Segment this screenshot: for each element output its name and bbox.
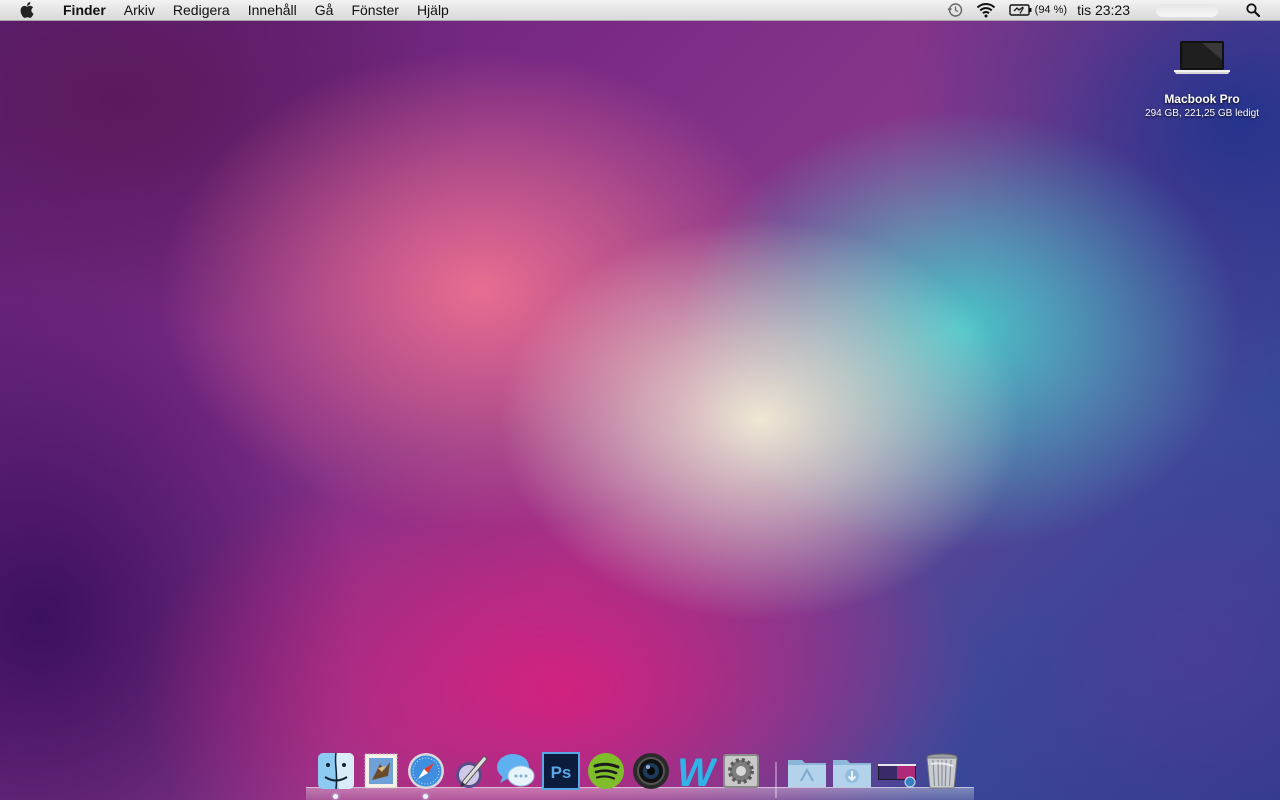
dock-system-preferences[interactable] [720,750,762,792]
dock-safari[interactable] [405,750,447,799]
w-app-label: W [677,751,717,792]
spotlight-icon[interactable] [1246,3,1260,17]
dock: Ps W [306,751,974,800]
apple-icon[interactable] [19,2,35,18]
word-w-icon: W [677,751,717,792]
battery-percent: (94 %) [1034,4,1068,16]
user-menu[interactable] [1156,3,1218,17]
status-menus: (94 %) tis 23:23 [942,0,1280,20]
dock-messages[interactable] [495,750,537,792]
drive-info: 294 GB, 221,25 GB ledigt [1145,108,1259,119]
dock-mail[interactable] [360,750,402,792]
menu-hjalp[interactable]: Hjälp [408,0,458,21]
running-indicator [423,794,428,799]
menu-redigera[interactable]: Redigera [164,0,239,21]
stack-image-icon [878,764,916,788]
battery-icon[interactable] [1008,3,1033,17]
spotify-icon [588,753,624,789]
finder-icon [318,752,354,790]
dock-script-editor[interactable] [450,750,492,792]
wifi-icon[interactable] [976,2,996,18]
time-machine-icon[interactable] [947,2,963,18]
photoshop-label: Ps [551,763,572,782]
downloads-folder-icon [833,760,871,787]
desktop[interactable]: Finder Arkiv Redigera Innehåll Gå Fönste… [0,0,1280,800]
dock-applications-folder[interactable] [786,750,828,792]
dock-downloads-folder[interactable] [831,750,873,792]
laptop-icon [1174,41,1230,74]
messages-icon [497,754,535,787]
menu-app-finder[interactable]: Finder [54,0,115,21]
dock-spotify[interactable] [585,750,627,792]
dock-trash[interactable] [921,750,963,792]
dock-camera[interactable] [630,750,672,792]
dock-photoshop[interactable]: Ps [540,750,582,792]
system-preferences-icon [723,754,759,788]
photoshop-icon: Ps [542,752,580,790]
menu-bar: Finder Arkiv Redigera Innehåll Gå Fönste… [0,0,1280,21]
menu-ga[interactable]: Gå [306,0,343,21]
menu-arkiv[interactable]: Arkiv [115,0,164,21]
menubar-clock[interactable]: tis 23:23 [1077,2,1130,18]
dock-separator [775,762,777,798]
safari-icon [408,753,444,789]
mail-icon [364,753,398,789]
menu-innehall[interactable]: Innehåll [239,0,306,21]
applications-folder-icon [788,760,826,787]
drive-name: Macbook Pro [1164,92,1240,106]
dock-w-app[interactable]: W [675,750,717,792]
dock-finder[interactable] [315,750,357,799]
trash-icon [926,753,958,789]
running-indicator [333,794,338,799]
dock-stack[interactable] [876,750,918,792]
script-editor-icon [456,755,488,788]
desktop-drive-macbook-pro[interactable]: Macbook Pro 294 GB, 221,25 GB ledigt [1136,38,1268,120]
menu-fonster[interactable]: Fönster [342,0,407,21]
camera-icon [633,753,669,789]
